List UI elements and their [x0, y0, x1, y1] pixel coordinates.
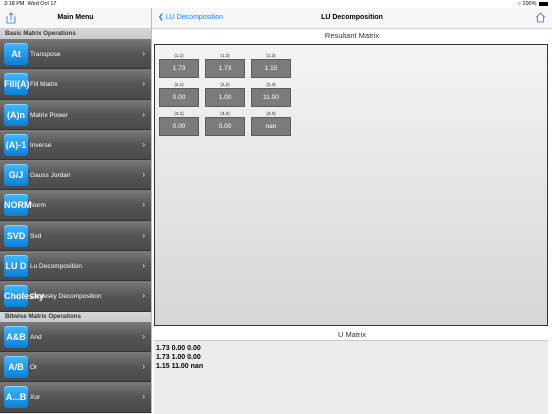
- u-matrix-panel: 1.73 0.00 0.00 1.73 1.00 0.00 1.15 11.00…: [154, 340, 548, 414]
- menu-item[interactable]: At Transpose ›: [0, 39, 151, 70]
- resultant-matrix-title: Resultant Matrix: [152, 29, 552, 43]
- wifi-icon: ○: [517, 1, 521, 7]
- menu-item-label: Transpose: [30, 51, 61, 58]
- cell-value: 0.00: [159, 88, 199, 107]
- sidebar-nav-bar: Main Menu: [0, 8, 151, 29]
- section-header-basic: Basic Matrix Operations: [0, 29, 151, 39]
- operation-icon: A&B: [4, 325, 28, 348]
- detail-nav-bar: ❮ LU Decomposition LU Decomposition: [152, 8, 552, 29]
- chevron-right-icon: ›: [142, 331, 145, 341]
- matrix-cell: (2,1) 0.00: [159, 82, 199, 107]
- operation-icon: At: [4, 43, 28, 65]
- operation-icon: Fill(A): [4, 73, 30, 96]
- home-icon[interactable]: [535, 12, 546, 23]
- u-matrix-title: U Matrix: [338, 330, 366, 339]
- sidebar-title: Main Menu: [57, 14, 94, 21]
- operation-icon: (A)-1: [4, 133, 28, 156]
- cell-value: 0.00: [205, 117, 245, 136]
- page-title: LU Decomposition: [321, 14, 383, 21]
- chevron-right-icon: ›: [142, 139, 145, 149]
- menu-item-label: Matrix Power: [30, 111, 68, 119]
- matrix-cell: (3,2) 0.00: [205, 111, 245, 136]
- operation-icon: (A)n: [4, 103, 28, 126]
- menu-item-label: Svd: [30, 232, 42, 240]
- resultant-matrix-panel: (1,1) 1.73 (1,2) 1.73 (1,3) 1.15 (2,1) 0.00 (2,2…: [154, 44, 548, 326]
- menu-item-label: Fill Matrix: [30, 81, 58, 89]
- menu-item[interactable]: A&B And ›: [0, 321, 151, 352]
- menu-item-label: Inverse: [30, 141, 52, 149]
- cell-value: 1.00: [205, 88, 245, 107]
- menu-item-label: Or: [30, 363, 38, 371]
- menu-item[interactable]: Fill(A) Fill Matrix ›: [0, 69, 151, 100]
- cell-value: 1.73: [159, 59, 199, 78]
- operation-icon: LU D: [4, 255, 28, 278]
- chevron-right-icon: ›: [142, 79, 145, 89]
- operation-icon: NORM (A): [4, 194, 32, 232]
- matrix-cell: (2,2) 1.00: [205, 82, 245, 107]
- matrix-cell: (3,1) 0.00: [159, 111, 199, 136]
- menu-item[interactable]: SVD Svd ›: [0, 220, 151, 252]
- chevron-right-icon: ›: [142, 361, 145, 371]
- cell-value: 11.00: [251, 88, 291, 107]
- battery-percent: 100%: [522, 1, 537, 7]
- menu-item[interactable]: A...B Xor ›: [0, 382, 151, 413]
- matrix-cell: (1,1) 1.73: [159, 53, 199, 78]
- menu-item-label: Xor: [30, 394, 41, 402]
- menu-item-label: Cholesky Decomposition: [30, 293, 102, 301]
- status-time: 3:18 PM: [4, 1, 25, 7]
- chevron-right-icon: ›: [142, 261, 145, 271]
- operation-icon: SVD: [4, 224, 28, 247]
- status-bar: 3:18 PM Wed Oct 17 ○ 100%: [0, 0, 552, 8]
- menu-item-label: And: [30, 333, 42, 341]
- chevron-right-icon: ›: [142, 109, 145, 119]
- matrix-cell: (1,3) 1.15: [251, 53, 291, 78]
- chevron-right-icon: ›: [142, 291, 145, 301]
- menu-item[interactable]: LU D Lu Decomposition ›: [0, 251, 151, 282]
- menu-item[interactable]: (A)n Matrix Power ›: [0, 99, 151, 130]
- menu-item-label: Gauss Jordan: [30, 172, 71, 180]
- section-header-bitwise: Bitwise Matrix Operations: [0, 311, 151, 322]
- chevron-right-icon: ›: [142, 392, 145, 402]
- operation-icon: A...B: [4, 386, 28, 409]
- operation-icon: A/B: [4, 355, 28, 378]
- matrix-cell: (2,3) 11.00: [251, 82, 291, 107]
- status-date: Wed Oct 17: [27, 1, 57, 7]
- operation-icon: G/J: [4, 164, 28, 187]
- chevron-right-icon: ›: [142, 49, 145, 58]
- chevron-right-icon: ›: [142, 170, 145, 180]
- menu-item[interactable]: A/B Or ›: [0, 351, 151, 383]
- cell-value: 1.73: [205, 59, 245, 78]
- matrix-cell: (1,2) 1.73: [205, 53, 245, 78]
- detail-pane: ❮ LU Decomposition LU Decomposition Resu…: [152, 8, 552, 414]
- menu-item-label: Lu Decomposition: [30, 263, 83, 271]
- u-matrix-row: 1.15 11.00 nan: [156, 363, 204, 370]
- menu-item[interactable]: (A)-1 Inverse ›: [0, 129, 151, 161]
- u-matrix-row: 1.73 1.00 0.00: [156, 354, 201, 361]
- menu-item[interactable]: Cholesky Cholesky Decomposition ›: [0, 281, 151, 312]
- menu-item[interactable]: G/J Gauss Jordan ›: [0, 160, 151, 191]
- chevron-right-icon: ›: [142, 230, 145, 240]
- chevron-right-icon: ›: [142, 200, 145, 210]
- matrix-cell: (3,3) nan: [251, 111, 291, 136]
- u-matrix-row: 1.73 0.00 0.00: [156, 345, 201, 352]
- cell-value: 0.00: [159, 117, 199, 136]
- operation-icon: Cholesky: [4, 285, 44, 308]
- cell-value: nan: [251, 117, 291, 136]
- cell-value: 1.15: [251, 59, 291, 78]
- sidebar: Main Menu Basic Matrix Operations At Tran…: [0, 8, 152, 414]
- menu-item[interactable]: NORM (A)Norm ›: [0, 190, 151, 232]
- battery-icon: [539, 1, 548, 6]
- menu-item-label: Norm: [30, 202, 46, 210]
